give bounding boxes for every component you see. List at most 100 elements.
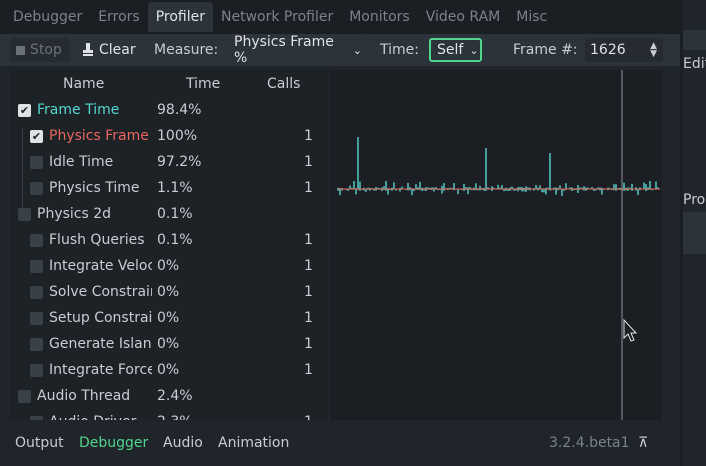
row-time: 0.1% [157,206,193,222]
frame-label: Frame #: [513,42,578,58]
row-time: 97.2% [157,154,202,170]
row-time: 0% [157,284,180,300]
measure-value: Physics Frame % [234,34,334,66]
mouse-pointer-icon [623,318,638,342]
row-calls: 1 [304,154,313,170]
tree-row[interactable]: Flush Queries 0.1% 1 [10,228,320,254]
profiler-toolbar: Stop Clear Measure: Physics Frame % ⌄ Ti… [0,34,680,66]
dock-label-edit: Edit [683,56,706,72]
debugger-tab-bar: Debugger Errors Profiler Network Profiler Mo… [0,0,680,34]
measure-select[interactable]: Physics Frame % ⌄ [228,34,368,66]
clear-button[interactable]: Clear [82,38,136,62]
row-calls: 1 [304,362,313,378]
tree-row[interactable]: Physics 2d 0.1% [10,202,320,228]
row-time: 2.4% [157,388,193,404]
row-checkbox[interactable] [30,234,43,247]
row-calls: 1 [304,310,313,326]
row-checkbox[interactable]: ✔ [30,130,43,143]
row-checkbox[interactable] [30,260,43,273]
row-calls: 1 [304,336,313,352]
tree-row[interactable]: Integrate Force 0% 1 [10,358,320,384]
row-calls: 1 [304,284,313,300]
header-name: Name [63,76,105,92]
row-name: Solve Constrain [49,284,152,300]
row-time: 0.1% [157,232,193,248]
chevron-down-icon: ⌄ [469,43,479,57]
row-checkbox[interactable] [30,312,43,325]
header-time: Time [186,76,221,92]
row-name: Physics Time [49,180,140,196]
tab-profiler[interactable]: Profiler [147,2,214,32]
header-calls: Calls [267,76,301,92]
row-name: Idle Time [49,154,114,170]
tab-video-ram[interactable]: Video RAM [418,2,509,32]
tree-row[interactable]: Setup Constrai 0% 1 [10,306,320,332]
row-name: Integrate Force [49,362,152,378]
row-name: Integrate Veloc [49,258,152,274]
row-calls: 1 [304,232,313,248]
time-value: Self [437,42,464,58]
tab-network-profiler[interactable]: Network Profiler [213,2,341,32]
clear-label: Clear [99,42,136,58]
row-time: 0% [157,310,180,326]
tree-row[interactable]: Audio Thread 2.4% [10,384,320,410]
row-name: Generate Islan [49,336,152,352]
time-select[interactable]: Self ⌄ [429,38,482,62]
row-time: 98.4% [157,102,202,118]
tree-row[interactable]: ✔ Frame Time 98.4% [10,98,320,124]
tree-row[interactable]: Idle Time 97.2% 1 [10,150,320,176]
tree-row[interactable]: Generate Islan 0% 1 [10,332,320,358]
dock-tree[interactable] [683,212,706,254]
row-time: 1.1% [157,180,193,196]
tree-header: Name Time Calls [10,70,320,98]
row-name: Frame Time [37,102,120,118]
row-calls: 1 [304,128,313,144]
row-time: 2.3% [157,414,193,420]
row-name: Flush Queries [49,232,145,248]
row-checkbox[interactable] [30,182,43,195]
frame-number-input[interactable]: 1626 ▲ ▼ [585,38,663,62]
tree-guide [22,128,23,208]
tree-row[interactable]: ✔ Physics Frame 100% 1 [10,124,320,150]
bottom-tab-debugger[interactable]: Debugger [79,435,148,451]
tree-row[interactable]: Integrate Veloc 0% 1 [10,254,320,280]
row-name: Setup Constrai [49,310,152,326]
row-checkbox[interactable] [30,338,43,351]
pin-panel-icon[interactable]: ⊼ [638,435,648,451]
row-name: Physics Frame [49,128,149,144]
tree-row[interactable]: Solve Constrain 0% 1 [10,280,320,306]
stop-button[interactable]: Stop [10,38,70,62]
row-checkbox[interactable] [30,416,43,420]
spinner-arrows-icon[interactable]: ▲ ▼ [650,42,657,59]
row-name: Physics 2d [37,206,112,222]
profiler-graph[interactable] [330,70,662,420]
row-checkbox[interactable] [30,156,43,169]
row-time: 100% [157,128,198,144]
row-checkbox[interactable]: ✔ [18,104,31,117]
tab-debugger[interactable]: Debugger [5,2,90,32]
tab-monitors[interactable]: Monitors [341,2,418,32]
row-checkbox[interactable] [18,390,31,403]
right-dock-panel: Edit Pro [680,0,706,466]
stop-icon [16,45,25,55]
time-label: Time: [380,42,419,58]
bottom-tab-animation[interactable]: Animation [218,435,289,451]
profiler-tree: Name Time Calls ✔ Frame Time 98.4% ✔ Physics… [10,70,328,420]
row-checkbox[interactable] [18,208,31,221]
chevron-down-icon: ⌄ [352,43,362,57]
measure-label: Measure: [154,42,219,58]
row-checkbox[interactable] [30,364,43,377]
row-calls: 1 [304,414,313,420]
row-time: 0% [157,362,180,378]
dock-tab[interactable] [683,30,706,50]
stop-label: Stop [30,42,62,58]
row-checkbox[interactable] [30,286,43,299]
tree-row[interactable]: Physics Time 1.1% 1 [10,176,320,202]
tab-misc[interactable]: Misc [508,2,555,32]
tab-errors[interactable]: Errors [90,2,147,32]
version-label: 3.2.4.beta1 [549,435,630,451]
tree-row[interactable]: Audio Driver 2.3% 1 [10,410,320,420]
bottom-tab-audio[interactable]: Audio [163,435,203,451]
row-time: 0% [157,336,180,352]
bottom-tab-output[interactable]: Output [15,435,64,451]
